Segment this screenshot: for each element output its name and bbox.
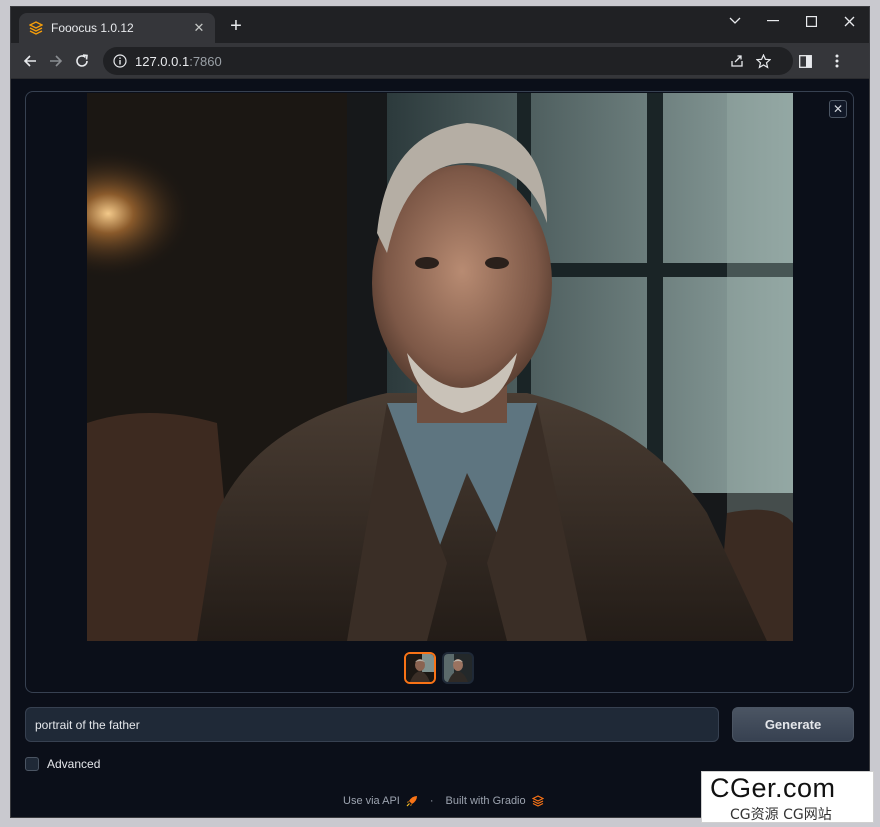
- thumbnail-1[interactable]: [404, 652, 436, 684]
- rocket-icon: [406, 796, 417, 807]
- watermark-sub-text: CG资源 CG网站: [730, 807, 832, 823]
- tab-search-icon[interactable]: [717, 7, 753, 35]
- menu-kebab-icon[interactable]: [827, 51, 847, 71]
- footer-separator: ·: [429, 795, 434, 807]
- reload-icon[interactable]: [71, 50, 93, 72]
- side-panel-icon[interactable]: [795, 51, 815, 71]
- minimize-icon[interactable]: [755, 7, 791, 35]
- tab-title: Fooocus 1.0.12: [51, 21, 134, 35]
- image-gallery: ✕: [25, 91, 854, 693]
- fooocus-page: ✕ portrait of the father Generate Advanc…: [11, 79, 869, 817]
- generated-image-preview[interactable]: [87, 93, 793, 641]
- window-close-icon[interactable]: [831, 7, 867, 35]
- generate-button[interactable]: Generate: [732, 707, 854, 742]
- watermark-main-text: CGer.com: [710, 773, 836, 803]
- portrait-image: [87, 93, 793, 641]
- gradio-logo-icon: [531, 795, 544, 807]
- forward-arrow-icon[interactable]: [45, 50, 67, 72]
- url-port: :7860: [189, 53, 222, 69]
- share-icon[interactable]: [727, 51, 747, 71]
- back-arrow-icon[interactable]: [19, 50, 41, 72]
- close-preview-icon[interactable]: ✕: [829, 100, 847, 118]
- advanced-toggle[interactable]: Advanced: [25, 757, 100, 771]
- bookmark-star-icon[interactable]: [753, 51, 773, 71]
- prompt-input[interactable]: [25, 707, 719, 742]
- site-info-icon[interactable]: [113, 54, 127, 68]
- browser-tab[interactable]: Fooocus 1.0.12 ✕: [19, 13, 215, 43]
- footer: Use via API · Built with Gradio: [343, 795, 544, 807]
- fooocus-favicon-icon: [29, 21, 43, 35]
- thumbnail-2-image: [444, 654, 472, 682]
- thumbnail-strip: [404, 652, 474, 684]
- thumbnail-1-image: [406, 654, 434, 682]
- address-bar[interactable]: 127.0.0.1:7860: [103, 47, 793, 75]
- url-host: 127.0.0.1: [135, 53, 190, 69]
- advanced-checkbox[interactable]: [25, 757, 39, 771]
- browser-window: Fooocus 1.0.12 ✕ + 127.0.0.1:7860 ✕ por…: [10, 6, 870, 818]
- new-tab-button[interactable]: +: [225, 16, 247, 38]
- watermark: CGer.com CG资源 CG网站: [701, 771, 874, 823]
- maximize-icon[interactable]: [793, 7, 829, 35]
- advanced-label: Advanced: [47, 757, 101, 771]
- use-via-api-link[interactable]: Use via API: [343, 795, 400, 807]
- title-bar: Fooocus 1.0.12 ✕ +: [11, 7, 869, 43]
- built-with-gradio-link[interactable]: Built with Gradio: [446, 795, 526, 807]
- thumbnail-2[interactable]: [442, 652, 474, 684]
- browser-toolbar: 127.0.0.1:7860: [11, 43, 869, 79]
- tab-close-icon[interactable]: ✕: [191, 20, 207, 36]
